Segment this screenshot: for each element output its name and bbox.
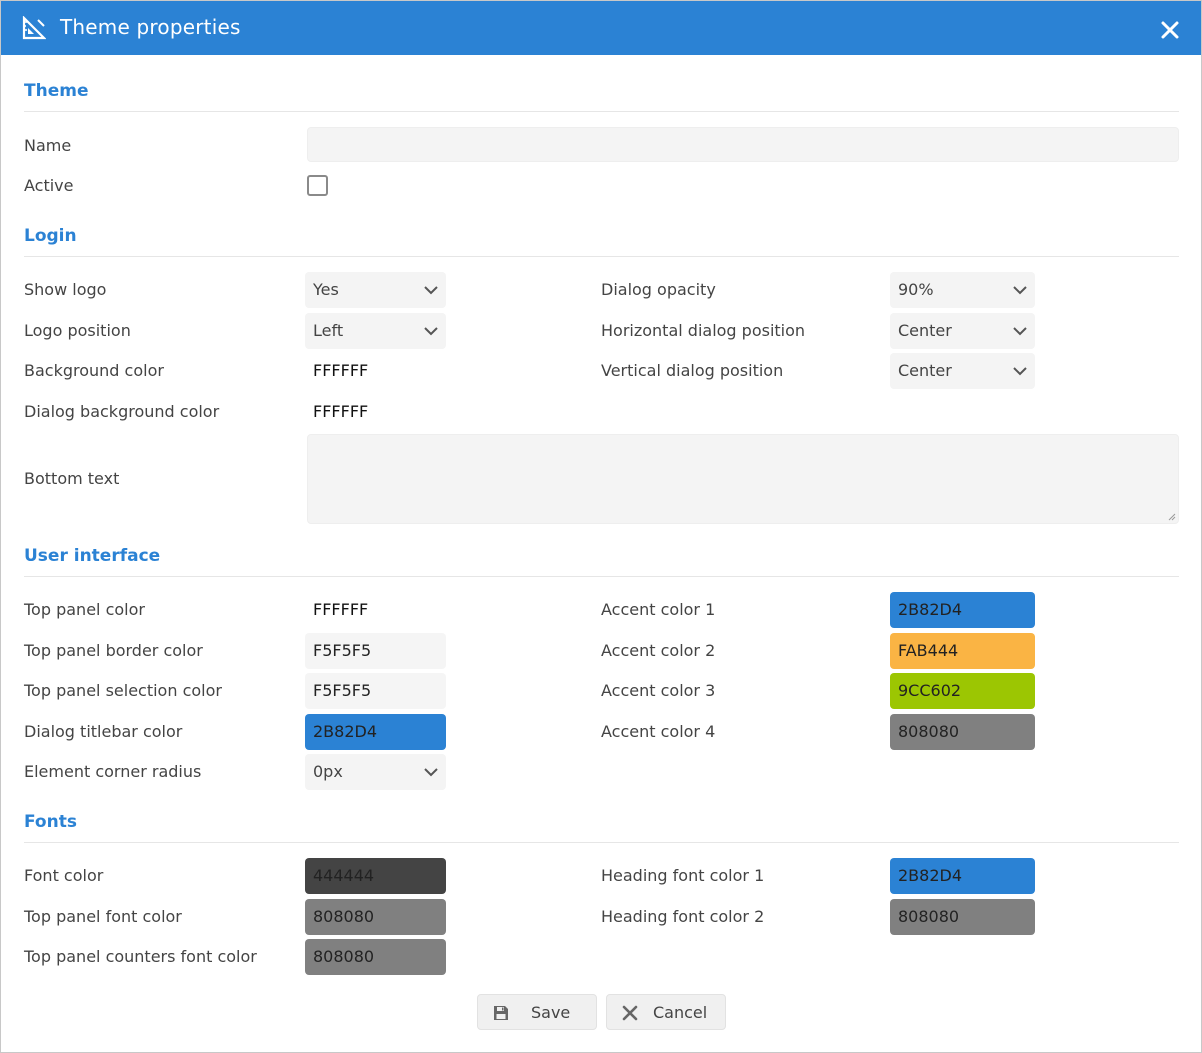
dialog-titlebar[interactable]: Theme properties (1, 1, 1201, 55)
accent-color-2-label: Accent color 2 (601, 641, 716, 660)
logo-position-label: Logo position (24, 321, 131, 340)
heading-font-color-2-field[interactable]: 808080 (890, 899, 1035, 935)
bottom-text-textarea[interactable] (307, 434, 1179, 524)
show-logo-value: Yes (313, 280, 339, 299)
section-divider (24, 111, 1179, 112)
top-panel-counters-font-color-label: Top panel counters font color (24, 947, 257, 966)
accent-color-2-value: FAB444 (898, 641, 959, 660)
resize-grip-icon[interactable] (1166, 511, 1176, 521)
show-logo-label: Show logo (24, 280, 107, 299)
top-panel-selection-color-label: Top panel selection color (24, 681, 222, 700)
vertical-position-value: Center (898, 361, 952, 380)
logo-position-select[interactable]: Left (305, 313, 446, 349)
dialog-opacity-label: Dialog opacity (601, 280, 716, 299)
top-panel-counters-font-color-field[interactable]: 808080 (305, 939, 446, 975)
section-title-login: Login (24, 226, 77, 246)
accent-color-1-value: 2B82D4 (898, 600, 963, 619)
active-checkbox[interactable] (307, 175, 328, 196)
element-corner-radius-label: Element corner radius (24, 762, 202, 781)
chevron-down-icon (424, 286, 438, 295)
section-divider (24, 576, 1179, 577)
chevron-down-icon (1013, 367, 1027, 376)
close-icon[interactable] (1158, 18, 1182, 42)
horizontal-position-label: Horizontal dialog position (601, 321, 806, 340)
heading-font-color-2-value: 808080 (898, 907, 960, 926)
element-corner-radius-value: 0px (313, 762, 343, 781)
accent-color-3-field[interactable]: 9CC602 (890, 673, 1035, 709)
bottom-text-label: Bottom text (24, 469, 120, 488)
accent-color-1-field[interactable]: 2B82D4 (890, 592, 1035, 628)
background-color-field[interactable]: FFFFFF (313, 361, 368, 380)
dialog-opacity-select[interactable]: 90% (890, 272, 1035, 308)
top-panel-counters-font-color-value: 808080 (313, 947, 375, 966)
logo-position-value: Left (313, 321, 344, 340)
chevron-down-icon (1013, 327, 1027, 336)
heading-font-color-1-label: Heading font color 1 (601, 866, 765, 885)
cancel-button[interactable]: Cancel (606, 994, 726, 1030)
dialog-titlebar-color-label: Dialog titlebar color (24, 722, 183, 741)
chevron-down-icon (1013, 286, 1027, 295)
dialog-titlebar-color-field[interactable]: 2B82D4 (305, 714, 446, 750)
chevron-down-icon (424, 327, 438, 336)
top-panel-selection-color-field[interactable]: F5F5F5 (305, 673, 446, 709)
horizontal-position-value: Center (898, 321, 952, 340)
top-panel-color-field[interactable]: FFFFFF (313, 600, 368, 619)
section-divider (24, 842, 1179, 843)
cancel-button-label: Cancel (653, 1003, 708, 1022)
section-divider (24, 256, 1179, 257)
active-label: Active (24, 176, 74, 195)
top-panel-selection-color-value: F5F5F5 (313, 681, 372, 700)
top-panel-color-label: Top panel color (24, 600, 145, 619)
top-panel-border-color-field[interactable]: F5F5F5 (305, 633, 446, 669)
accent-color-3-label: Accent color 3 (601, 681, 716, 700)
chevron-down-icon (424, 768, 438, 777)
heading-font-color-1-field[interactable]: 2B82D4 (890, 858, 1035, 894)
accent-color-4-value: 808080 (898, 722, 960, 741)
name-label: Name (24, 136, 72, 155)
accent-color-2-field[interactable]: FAB444 (890, 633, 1035, 669)
section-title-user-interface: User interface (24, 546, 161, 566)
save-button-label: Save (531, 1003, 571, 1022)
element-corner-radius-select[interactable]: 0px (305, 754, 446, 790)
top-panel-font-color-field[interactable]: 808080 (305, 899, 446, 935)
top-panel-border-color-value: F5F5F5 (313, 641, 372, 660)
dialog-background-color-label: Dialog background color (24, 402, 220, 421)
top-panel-border-color-label: Top panel border color (24, 641, 203, 660)
dialog-title: Theme properties (60, 15, 241, 39)
background-color-label: Background color (24, 361, 164, 380)
show-logo-select[interactable]: Yes (305, 272, 446, 308)
theme-properties-dialog: Theme properties Theme Name Active Login… (0, 0, 1202, 1053)
top-panel-font-color-label: Top panel font color (24, 907, 182, 926)
accent-color-3-value: 9CC602 (898, 681, 962, 700)
font-color-label: Font color (24, 866, 104, 885)
theme-ruler-icon (22, 16, 46, 40)
floppy-disk-icon (494, 1006, 508, 1020)
accent-color-4-label: Accent color 4 (601, 722, 716, 741)
dialog-opacity-value: 90% (898, 280, 934, 299)
vertical-position-label: Vertical dialog position (601, 361, 784, 380)
top-panel-font-color-value: 808080 (313, 907, 375, 926)
vertical-position-select[interactable]: Center (890, 353, 1035, 389)
horizontal-position-select[interactable]: Center (890, 313, 1035, 349)
section-title-theme: Theme (24, 81, 89, 101)
dialog-background-color-field[interactable]: FFFFFF (313, 402, 368, 421)
font-color-field[interactable]: 444444 (305, 858, 446, 894)
section-title-fonts: Fonts (24, 812, 77, 832)
name-input[interactable] (307, 127, 1179, 162)
save-button[interactable]: Save (477, 994, 597, 1030)
heading-font-color-1-value: 2B82D4 (898, 866, 963, 885)
accent-color-1-label: Accent color 1 (601, 600, 716, 619)
heading-font-color-2-label: Heading font color 2 (601, 907, 765, 926)
dialog-titlebar-color-value: 2B82D4 (313, 722, 378, 741)
font-color-value: 444444 (313, 866, 375, 885)
accent-color-4-field[interactable]: 808080 (890, 714, 1035, 750)
x-cancel-icon (622, 1005, 638, 1021)
